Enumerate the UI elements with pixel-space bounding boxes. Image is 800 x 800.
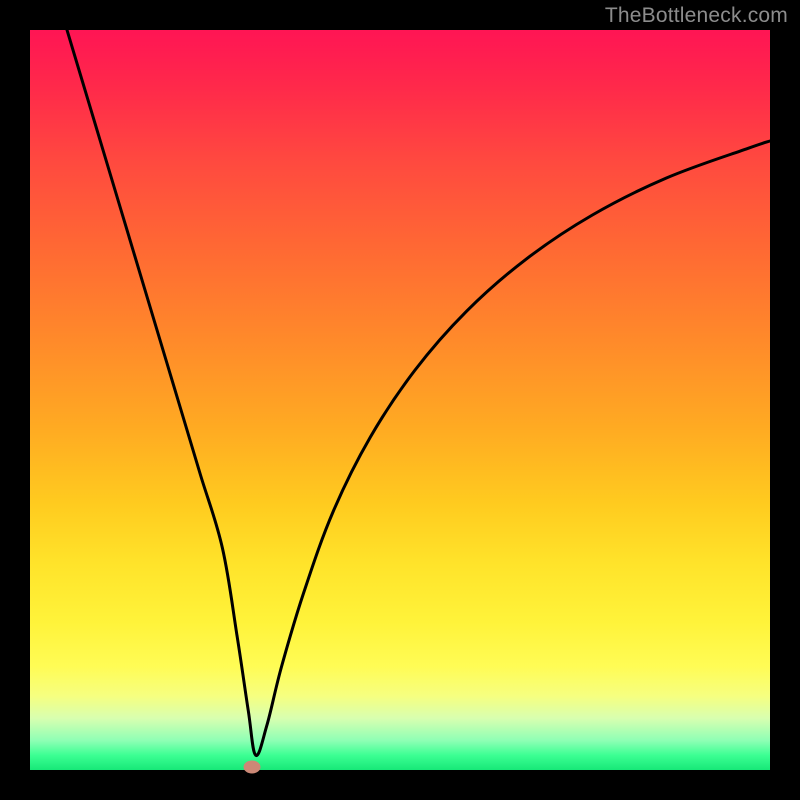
chart-svg [30, 30, 770, 770]
watermark-text: TheBottleneck.com [605, 4, 788, 28]
chart-frame: TheBottleneck.com [0, 0, 800, 800]
bottleneck-curve [67, 30, 770, 755]
minimum-marker [244, 761, 260, 773]
